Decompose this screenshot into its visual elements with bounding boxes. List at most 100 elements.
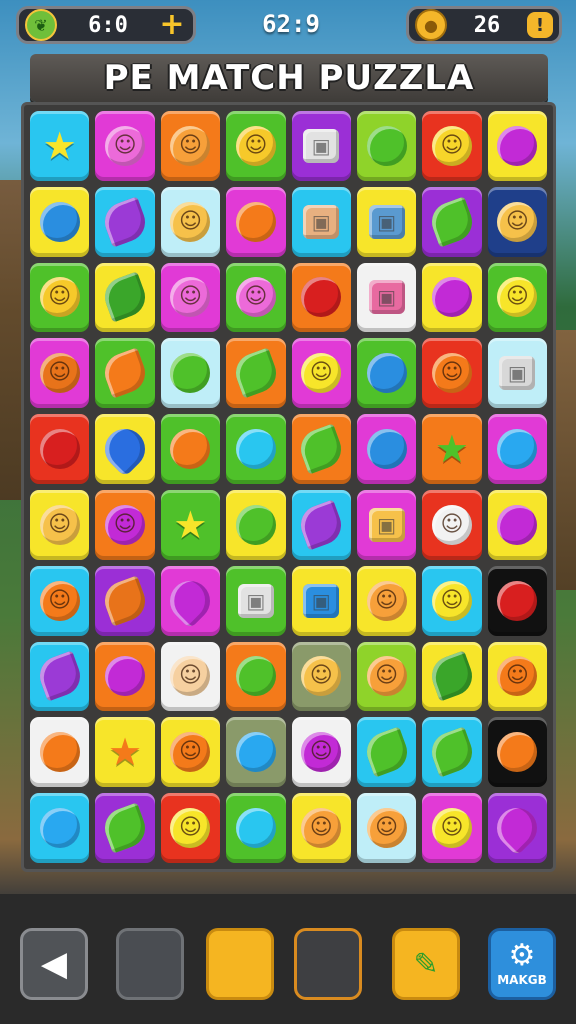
- board-tile[interactable]: ☺: [291, 641, 351, 712]
- board-tile[interactable]: [356, 338, 417, 409]
- booster-slot-2[interactable]: [206, 928, 274, 1000]
- board-tile[interactable]: ☺: [160, 186, 221, 257]
- gems-counter[interactable]: ❦ 6:0 +: [16, 6, 196, 44]
- board-tile[interactable]: ☺: [160, 111, 221, 181]
- board-tile[interactable]: ☺: [160, 793, 221, 863]
- board-tile[interactable]: [95, 262, 155, 333]
- board-tile[interactable]: ▣: [291, 186, 351, 257]
- board-tile[interactable]: [226, 641, 286, 712]
- pencil-button[interactable]: ✎: [392, 928, 460, 1000]
- board-tile[interactable]: [291, 262, 351, 333]
- coin-alert-button[interactable]: !: [527, 12, 553, 38]
- board-tile[interactable]: ▣: [356, 262, 417, 333]
- board-tile[interactable]: ☺: [356, 641, 417, 712]
- board-tile[interactable]: ☺: [291, 793, 351, 863]
- board-tile[interactable]: [487, 717, 547, 788]
- board-tile[interactable]: ☺: [30, 338, 90, 409]
- board-tile[interactable]: ☺: [422, 338, 482, 409]
- board-tile[interactable]: ▣: [356, 186, 417, 257]
- board-tile[interactable]: [226, 717, 286, 788]
- board-tile[interactable]: ☺: [356, 565, 417, 636]
- board-tile[interactable]: ☺: [422, 111, 482, 181]
- gear-icon: ⚙: [508, 938, 536, 973]
- board-tile[interactable]: ☺: [422, 565, 482, 636]
- board-tile[interactable]: [30, 793, 90, 863]
- board-tile[interactable]: [356, 414, 417, 484]
- board-tile[interactable]: ☺: [487, 262, 547, 333]
- board-tile[interactable]: ☺: [30, 490, 90, 560]
- add-gems-button[interactable]: +: [159, 10, 185, 40]
- board-tile[interactable]: ☺: [160, 717, 221, 788]
- board-tile[interactable]: ☺: [487, 641, 547, 712]
- leaf-piece-icon: [295, 423, 347, 475]
- booster-slot-1[interactable]: [116, 928, 184, 1000]
- board-tile[interactable]: [487, 793, 547, 863]
- board-tile[interactable]: [95, 338, 155, 409]
- coins-counter[interactable]: ● 26 !: [406, 6, 562, 44]
- board-tile[interactable]: ☺: [422, 793, 482, 863]
- board-tile[interactable]: ☺: [291, 717, 351, 788]
- board-tile[interactable]: ☺: [226, 262, 286, 333]
- board-tile[interactable]: [160, 338, 221, 409]
- face-piece-icon: ☺: [431, 808, 472, 849]
- board-tile[interactable]: [291, 490, 351, 560]
- board-tile[interactable]: ☺: [160, 641, 221, 712]
- board-tile[interactable]: [356, 717, 417, 788]
- board-tile[interactable]: [487, 565, 547, 636]
- board-tile[interactable]: ☺: [30, 565, 90, 636]
- board-tile[interactable]: ☺: [487, 186, 547, 257]
- booster-slot-3[interactable]: [294, 928, 362, 1000]
- board-tile[interactable]: ▣: [226, 565, 286, 636]
- board-tile[interactable]: ▣: [291, 565, 351, 636]
- board-tile[interactable]: ☺: [30, 262, 90, 333]
- box-piece-icon: ▣: [368, 507, 405, 542]
- settings-button[interactable]: ⚙ MAKGB: [488, 928, 556, 1000]
- board-tile[interactable]: [160, 414, 221, 484]
- ball-piece-icon: [497, 125, 538, 166]
- board-tile[interactable]: ★: [30, 111, 90, 181]
- leaf-piece-icon: [99, 271, 151, 324]
- board-tile[interactable]: ▣: [356, 490, 417, 560]
- board-tile[interactable]: [422, 641, 482, 712]
- board-tile[interactable]: ☺: [422, 490, 482, 560]
- board-tile[interactable]: [95, 414, 155, 484]
- board-tile[interactable]: [95, 186, 155, 257]
- ball-piece-icon: [235, 504, 276, 545]
- board-tile[interactable]: [95, 793, 155, 863]
- board-tile[interactable]: ☺: [160, 262, 221, 333]
- board-tile[interactable]: ★: [160, 490, 221, 560]
- board-tile[interactable]: ▣: [487, 338, 547, 409]
- board-tile[interactable]: [226, 338, 286, 409]
- board-tile[interactable]: ☺: [95, 111, 155, 181]
- board-tile[interactable]: [291, 414, 351, 484]
- board-tile[interactable]: [226, 414, 286, 484]
- board-tile[interactable]: [226, 186, 286, 257]
- board-tile[interactable]: [226, 490, 286, 560]
- board-tile[interactable]: ☺: [226, 111, 286, 181]
- board-tile[interactable]: [95, 641, 155, 712]
- board-tile[interactable]: ☺: [356, 793, 417, 863]
- board-tile[interactable]: ▣: [291, 111, 351, 181]
- board-tile[interactable]: ☺: [95, 490, 155, 560]
- board-tile[interactable]: [487, 414, 547, 484]
- board-tile[interactable]: [487, 490, 547, 560]
- board-tile[interactable]: [30, 641, 90, 712]
- game-title: PE MATCH PUZZLA: [103, 58, 475, 98]
- board-tile[interactable]: [422, 717, 482, 788]
- face-piece-icon: ☺: [170, 201, 211, 242]
- board-tile[interactable]: [226, 793, 286, 863]
- back-button[interactable]: ◀: [20, 928, 88, 1000]
- board-tile[interactable]: [422, 262, 482, 333]
- board-tile[interactable]: [95, 565, 155, 636]
- board-tile[interactable]: [30, 717, 90, 788]
- board-tile[interactable]: [160, 565, 221, 636]
- board-tile[interactable]: [422, 186, 482, 257]
- board-tile[interactable]: ☺: [291, 338, 351, 409]
- board-tile[interactable]: ★: [422, 414, 482, 484]
- leaf-piece-icon: [99, 347, 151, 399]
- board-tile[interactable]: ★: [95, 717, 155, 788]
- board-tile[interactable]: [487, 111, 547, 181]
- board-tile[interactable]: [30, 186, 90, 257]
- board-tile[interactable]: [356, 111, 417, 181]
- board-tile[interactable]: [30, 414, 90, 484]
